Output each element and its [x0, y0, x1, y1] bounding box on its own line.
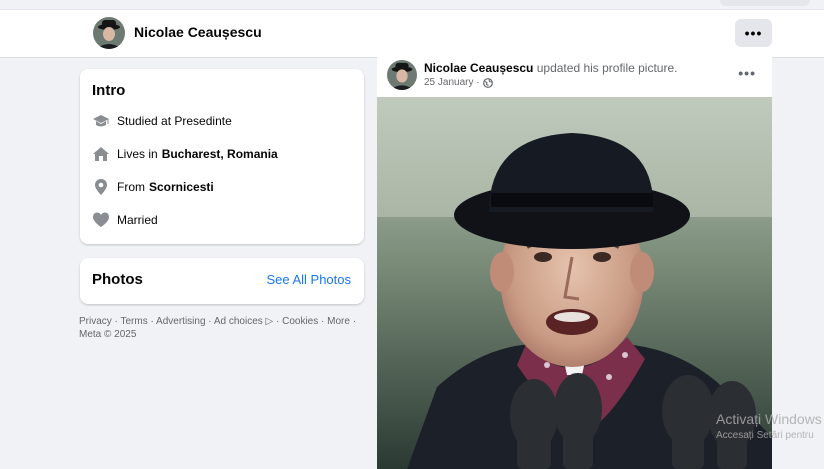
- footer-copyright: Meta © 2025: [79, 329, 137, 340]
- profile-more-button[interactable]: •••: [735, 19, 772, 47]
- intro-item-residence: Lives in Bucharest, Romania: [92, 144, 278, 164]
- footer-links-line[interactable]: Privacy · Terms · Advertising · Ad choic…: [79, 315, 369, 328]
- photos-title: Photos: [92, 271, 143, 288]
- post-meta: 25 January ·: [424, 77, 493, 88]
- intro-item-residence-prefix: Lives in: [117, 147, 158, 161]
- windows-activation-watermark: Activați Windows Accesați Setări pentru: [716, 411, 822, 441]
- intro-item-relationship: Married: [92, 210, 158, 230]
- intro-item-hometown-city[interactable]: Scornicesti: [149, 180, 214, 194]
- profile-header-bar: Nicolae Ceaușescu •••: [0, 10, 824, 58]
- see-all-photos-link[interactable]: See All Photos: [266, 272, 351, 287]
- location-pin-icon: [92, 178, 110, 196]
- watermark-title: Activați Windows: [716, 411, 822, 427]
- post-header-text: Nicolae Ceaușescu updated his profile pi…: [424, 61, 678, 75]
- profile-picture-post: Nicolae Ceaușescu updated his profile pi…: [377, 56, 772, 469]
- post-action-text: updated his profile picture.: [536, 61, 678, 75]
- heart-icon: [92, 211, 110, 229]
- post-author-avatar[interactable]: [387, 60, 417, 90]
- home-icon: [92, 145, 110, 163]
- watermark-subtitle: Accesați Setări pentru: [716, 430, 814, 441]
- globe-icon: [482, 77, 493, 88]
- intro-item-hometown: From Scornicesti: [92, 177, 214, 197]
- browser-top-strip: [0, 0, 824, 10]
- profile-avatar[interactable]: [93, 17, 125, 49]
- graduation-cap-icon: [92, 112, 110, 130]
- post-author-name[interactable]: Nicolae Ceaușescu: [424, 61, 533, 75]
- intro-item-education-text: Studied at Presedinte: [117, 114, 232, 128]
- photos-card: Photos See All Photos: [80, 258, 364, 304]
- intro-item-education: Studied at Presedinte: [92, 111, 232, 131]
- intro-card: Intro Studied at Presedinte Lives in Buc…: [80, 69, 364, 244]
- post-photo[interactable]: [377, 97, 772, 469]
- post-more-button[interactable]: •••: [738, 65, 756, 81]
- intro-item-relationship-text: Married: [117, 213, 158, 227]
- intro-item-residence-city[interactable]: Bucharest, Romania: [162, 147, 278, 161]
- post-date[interactable]: 25 January ·: [424, 77, 480, 88]
- profile-picture-image: [377, 97, 772, 469]
- intro-title: Intro: [92, 82, 126, 99]
- footer-links: Privacy · Terms · Advertising · Ad choic…: [79, 315, 369, 341]
- intro-item-hometown-prefix: From: [117, 180, 145, 194]
- top-pill: [720, 0, 810, 6]
- profile-name[interactable]: Nicolae Ceaușescu: [134, 24, 262, 40]
